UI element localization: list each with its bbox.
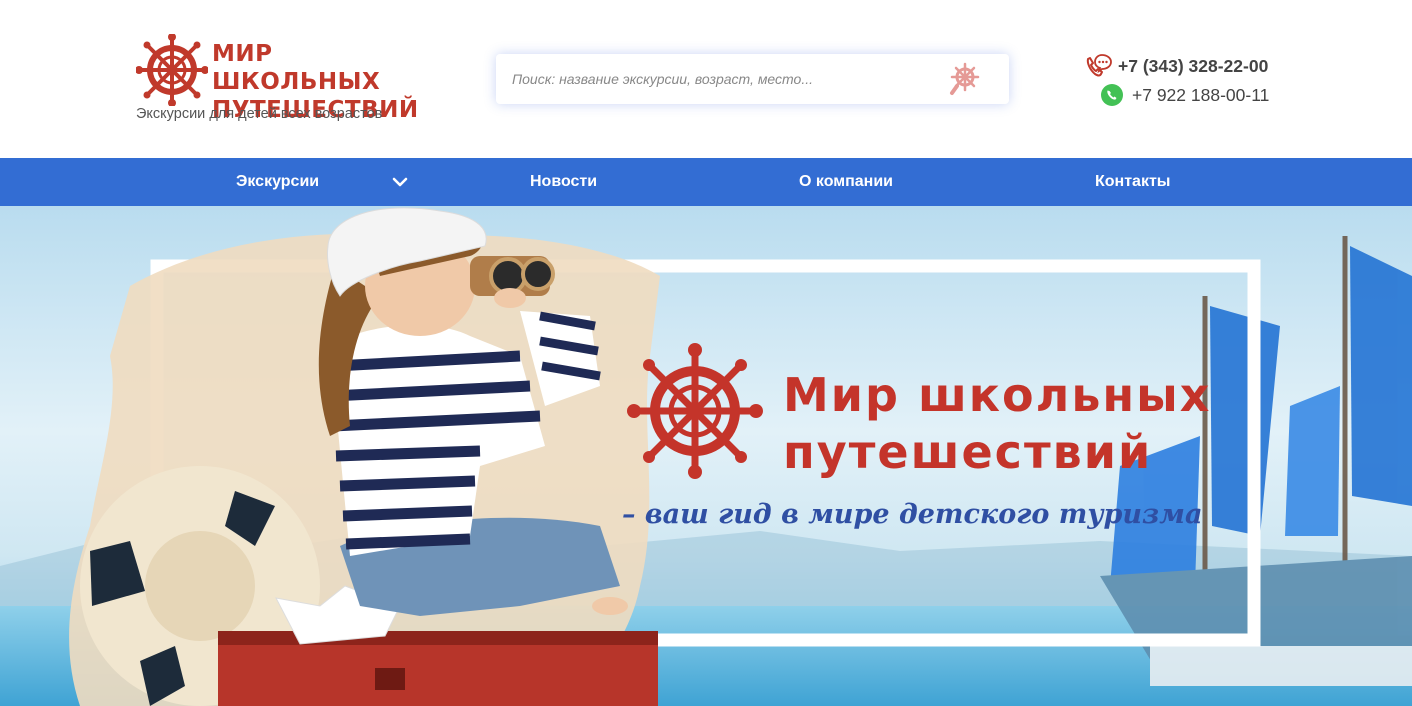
- logo-tagline: Экскурсии для детей всех возрастов: [136, 106, 383, 122]
- main-nav: Экскурсии Новости О компании Контакты: [0, 158, 1412, 206]
- chevron-down-icon[interactable]: [390, 172, 410, 192]
- ship-wheel-search-icon[interactable]: [948, 62, 982, 96]
- hero-subtitle: – ваш гид в мире детского туризма: [622, 499, 1202, 530]
- contact-phones: +7 (343) 328-22-00 +7 922 188-00-11: [1082, 50, 1282, 112]
- hero-title-line1: Мир школьных: [783, 368, 1211, 422]
- nav-item-news[interactable]: Новости: [530, 158, 597, 206]
- ship-wheel-icon: [627, 343, 763, 479]
- search-box: [496, 54, 1009, 104]
- nav-item-about[interactable]: О компании: [799, 158, 893, 206]
- phone-whatsapp-row[interactable]: +7 922 188-00-11: [1100, 82, 1269, 108]
- nav-item-contacts[interactable]: Контакты: [1095, 158, 1170, 206]
- logo-title-line1: МИР ШКОЛЬНЫХ: [212, 41, 381, 95]
- hero-illustration: Мир школьных путешествий – ваш гид в мир…: [0, 206, 1412, 706]
- phone-main[interactable]: +7 (343) 328-22-00: [1118, 56, 1268, 77]
- nav-item-excursions[interactable]: Экскурсии: [236, 158, 319, 206]
- search-input[interactable]: [496, 54, 936, 104]
- phone-main-row[interactable]: +7 (343) 328-22-00: [1084, 53, 1268, 79]
- hero-banner[interactable]: Мир школьных путешествий – ваш гид в мир…: [0, 206, 1412, 706]
- site-header: МИР ШКОЛЬНЫХ ПУТЕШЕСТВИЙ Экскурсии для д…: [0, 0, 1412, 158]
- phone-whatsapp[interactable]: +7 922 188-00-11: [1132, 85, 1269, 106]
- ship-wheel-icon: [136, 34, 208, 106]
- site-logo[interactable]: МИР ШКОЛЬНЫХ ПУТЕШЕСТВИЙ Экскурсии для д…: [136, 34, 418, 126]
- hero-title-line2: путешествий: [783, 425, 1152, 479]
- phone-chat-icon: [1086, 54, 1112, 77]
- whatsapp-icon: [1101, 84, 1123, 106]
- red-suitcase: [218, 631, 658, 706]
